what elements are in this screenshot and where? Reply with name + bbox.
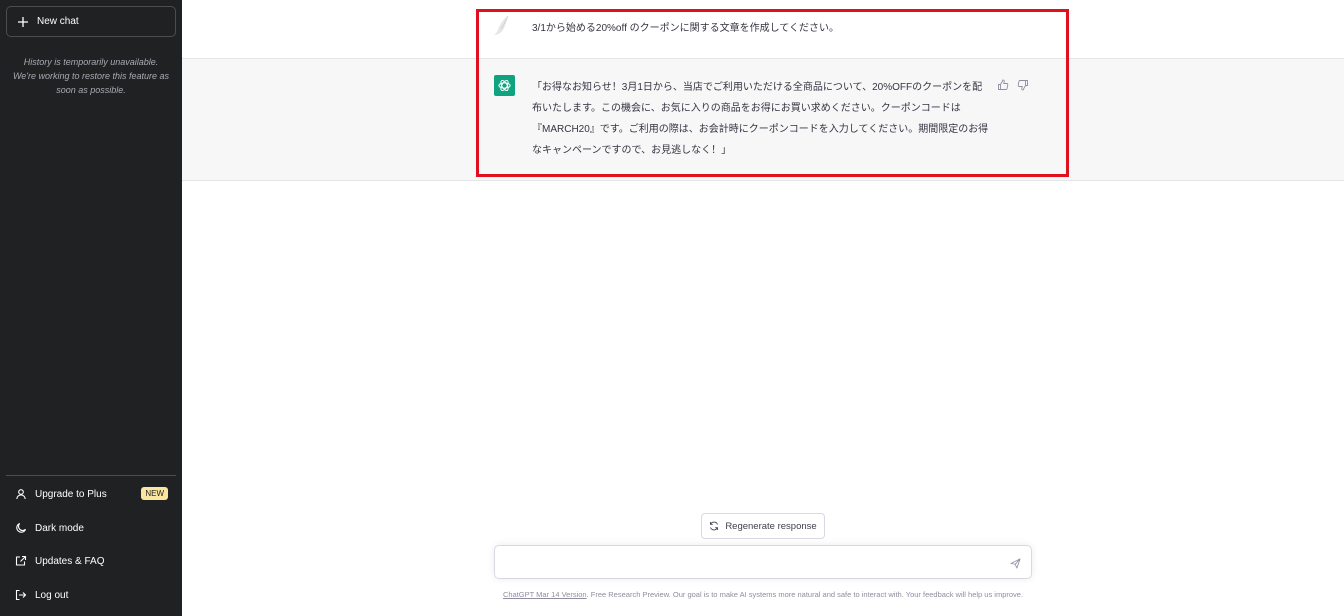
user-message-text: 3/1から始める20%off のクーポンに関する文章を作成してください。 (532, 23, 840, 34)
sidebar-item-label: Updates & FAQ (35, 555, 105, 567)
moon-icon (16, 522, 27, 533)
sidebar-item-label: Log out (35, 589, 69, 601)
refresh-icon (710, 521, 719, 531)
sidebar-item-label: Upgrade to Plus (35, 488, 107, 500)
plus-icon (18, 16, 28, 27)
user-avatar-icon (494, 15, 509, 35)
sidebar-divider (6, 475, 176, 476)
assistant-message-row: 「お得なお知らせ！3月1日から、当店でご利用いただける全商品について、20%OF… (182, 59, 1344, 181)
user-message-row: 3/1から始める20%off のクーポンに関する文章を作成してください。 (182, 0, 1344, 59)
sidebar-item-log-out[interactable]: Log out (6, 580, 176, 610)
user-icon (16, 489, 26, 500)
regenerate-label: Regenerate response (725, 520, 817, 532)
regenerate-response-button[interactable]: Regenerate response (701, 513, 825, 539)
external-link-icon (15, 555, 27, 566)
sidebar-item-updates-faq[interactable]: Updates & FAQ (6, 546, 176, 576)
chatgpt-logo-icon (494, 75, 515, 96)
thumbs-up-icon[interactable] (997, 79, 1009, 91)
send-icon[interactable] (1010, 558, 1021, 569)
sidebar-item-upgrade[interactable]: Upgrade to Plus NEW (6, 479, 176, 509)
sidebar-item-label: Dark mode (35, 522, 84, 534)
footer-disclaimer: ChatGPT Mar 14 Version. Free Research Pr… (182, 590, 1344, 599)
logout-icon (15, 589, 27, 601)
message-input-container (494, 545, 1032, 579)
message-input[interactable] (505, 554, 995, 572)
new-badge: NEW (141, 487, 168, 500)
version-link[interactable]: ChatGPT Mar 14 Version (503, 590, 587, 599)
thumbs-down-icon[interactable] (1017, 79, 1029, 91)
footer-text: . Free Research Preview. Our goal is to … (586, 590, 1024, 599)
assistant-message-text: 「お得なお知らせ！3月1日から、当店でご利用いただける全商品について、20%OF… (532, 82, 989, 156)
history-unavailable-message: History is temporarily unavailable. We'r… (12, 57, 170, 95)
chat-main: 3/1から始める20%off のクーポンに関する文章を作成してください。 「お得… (182, 0, 1344, 616)
sidebar: New chat History is temporarily unavaila… (0, 0, 182, 616)
new-chat-label: New chat (37, 16, 79, 27)
new-chat-button[interactable]: New chat (6, 6, 176, 37)
sidebar-item-dark-mode[interactable]: Dark mode (6, 513, 176, 543)
